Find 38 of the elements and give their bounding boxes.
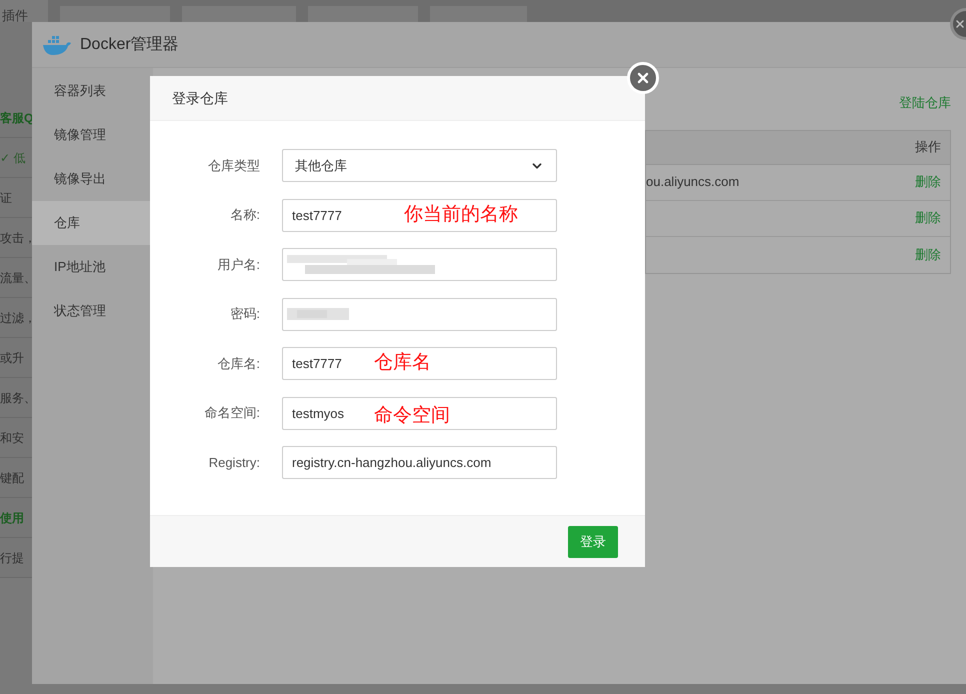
column-header: 操作: [915, 138, 941, 156]
input-field[interactable]: [282, 248, 557, 281]
page-text: 证: [0, 190, 12, 206]
page-text: 使用: [0, 510, 24, 526]
field-label: 仓库名:: [216, 354, 260, 373]
input-field[interactable]: registry.cn-hangzhou.aliyuncs.com: [282, 446, 557, 479]
field-label: 命名空间:: [203, 404, 260, 422]
field-label: 名称:: [229, 206, 260, 224]
page-tab[interactable]: [308, 6, 418, 22]
field-label: Registry:: [208, 454, 260, 472]
page-text: 服务、: [0, 390, 36, 406]
repo-type-select[interactable]: 其他仓库: [282, 149, 557, 182]
field-label: 密码:: [229, 305, 260, 324]
page-tab[interactable]: [430, 6, 527, 22]
annotation-text: 你当前的名称: [404, 202, 518, 226]
page-text: 和安: [0, 430, 24, 446]
input-field[interactable]: [282, 298, 557, 330]
sidebar-item[interactable]: 镜像管理: [32, 113, 153, 157]
table-cell-text: ou.aliyuncs.com: [646, 173, 740, 192]
annotation-text: 仓库名: [374, 351, 431, 375]
page-tab[interactable]: 插件: [0, 0, 48, 22]
login-button[interactable]: 登录: [568, 526, 618, 558]
dialog-title: 登录仓库: [172, 88, 228, 108]
sidebar-item[interactable]: 镜像导出: [32, 157, 153, 201]
page-tab[interactable]: [182, 6, 296, 22]
whale-icon: [42, 34, 72, 56]
annotation-text: 命令空间: [374, 404, 450, 428]
page-text: 或升: [0, 350, 24, 366]
page-text: 行提: [0, 550, 24, 566]
field-label: 用户名:: [216, 256, 260, 274]
page-tab[interactable]: [60, 6, 170, 22]
field-label: 仓库类型: [207, 156, 260, 175]
window-title: Docker管理器: [80, 34, 179, 54]
sidebar-item[interactable]: 容器列表: [32, 69, 153, 113]
page-text: ✓ 低: [0, 150, 26, 166]
sidebar-item[interactable]: 仓库: [32, 201, 153, 245]
page-text: 键配: [0, 470, 24, 486]
redaction-blur: [287, 308, 349, 320]
